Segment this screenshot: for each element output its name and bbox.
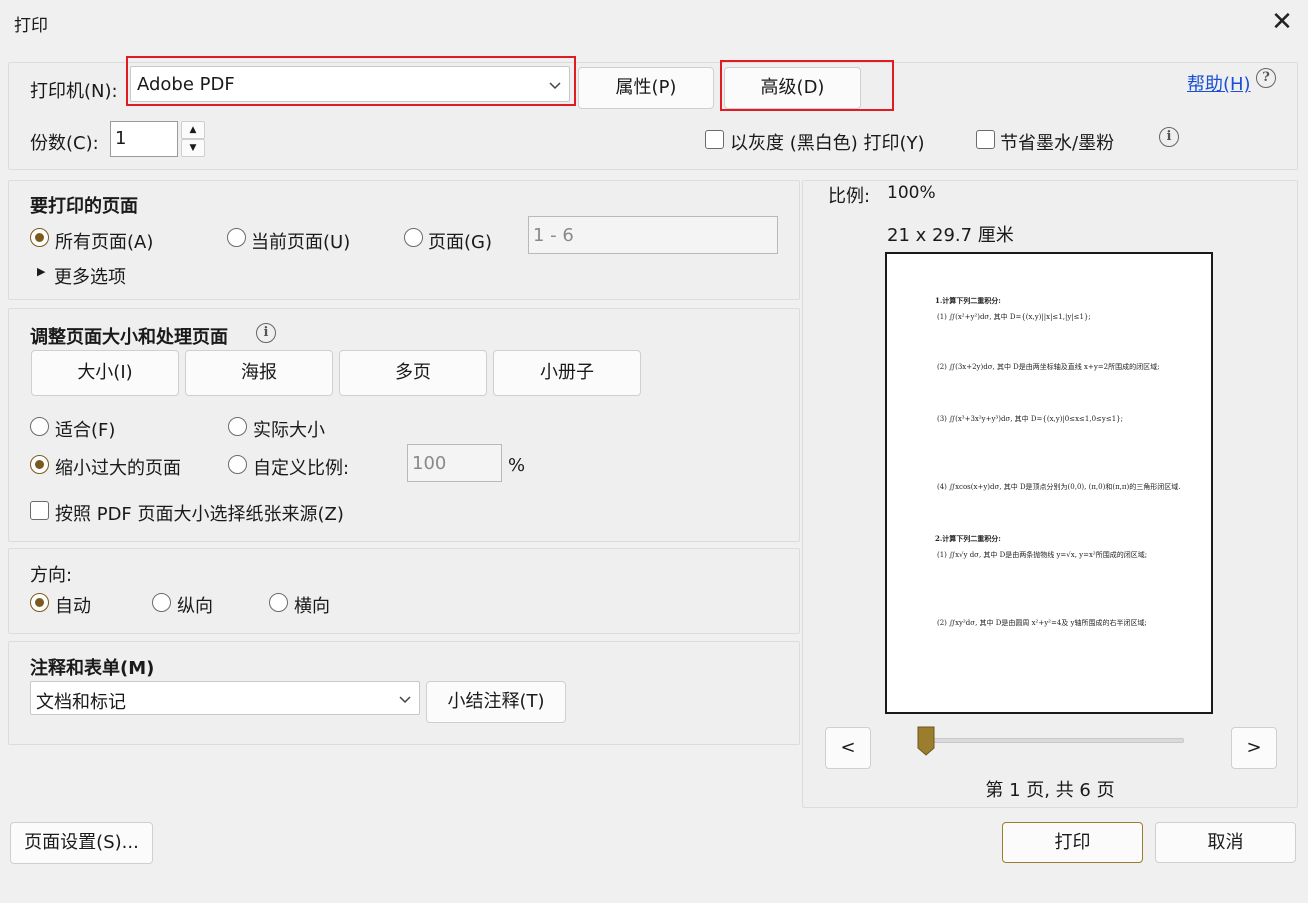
booklet-tab-button[interactable]: 小册子 [493, 350, 641, 396]
chevron-down-icon [549, 82, 561, 90]
sizing-heading: 调整页面大小和处理页面 [30, 327, 228, 348]
preview-line: (2) ∬(3x+2y)dσ, 其中 D是由两坐标轴及直线 x+y=2所围成的闭… [937, 363, 1160, 371]
help-link[interactable]: 帮助(H) [1187, 70, 1251, 96]
next-page-button[interactable]: > [1231, 727, 1277, 769]
percent-label: % [508, 455, 526, 476]
properties-button[interactable]: 属性(P) [578, 67, 714, 109]
printer-select-value: Adobe PDF [137, 74, 235, 95]
orientation-auto-label: 自动 [55, 596, 91, 617]
page-setup-label: 页面设置(S)... [24, 832, 139, 853]
properties-button-label: 属性(P) [615, 77, 677, 98]
all-pages-label: 所有页面(A) [55, 232, 154, 253]
scale-value: 100% [887, 183, 936, 203]
comments-select[interactable]: 文档和标记 [30, 681, 420, 715]
grayscale-checkbox[interactable] [705, 130, 724, 149]
expand-triangle-icon[interactable]: ▶ [37, 265, 45, 278]
custom-scale-value: 100 [412, 453, 447, 474]
multiple-tab-button[interactable]: 多页 [339, 350, 487, 396]
save-ink-label: 节省墨水/墨粉 [1000, 133, 1115, 154]
pages-range-label: 页面(G) [428, 232, 492, 253]
close-icon[interactable]: ✕ [1268, 8, 1296, 36]
advanced-button[interactable]: 高级(D) [724, 67, 861, 109]
actual-size-radio[interactable] [228, 417, 247, 436]
paper-source-label: 按照 PDF 页面大小选择纸张来源(Z) [55, 504, 344, 525]
help-question-icon[interactable]: ? [1256, 68, 1276, 88]
actual-size-label: 实际大小 [253, 420, 325, 441]
all-pages-radio[interactable] [30, 228, 49, 247]
page-slider-thumb[interactable] [917, 726, 935, 756]
printer-label: 打印机(N): [30, 81, 118, 102]
pages-range-input[interactable]: 1 - 6 [528, 216, 778, 254]
preview-line: (1) ∬(x²+y²)dσ, 其中 D={(x,y)||x|≤1,|y|≤1}… [937, 313, 1091, 321]
pages-range-radio[interactable] [404, 228, 423, 247]
chevron-down-icon [399, 696, 411, 704]
prev-page-button[interactable]: < [825, 727, 871, 769]
orientation-portrait-label: 纵向 [177, 596, 213, 617]
page-slider-track[interactable] [920, 738, 1184, 743]
page-info: 第 1 页, 共 6 页 [802, 776, 1298, 802]
custom-scale-label: 自定义比例: [253, 458, 350, 479]
orientation-panel [8, 548, 800, 634]
window-title: 打印 [14, 16, 48, 36]
copies-value: 1 [115, 128, 127, 149]
grayscale-label: 以灰度 (黑白色) 打印(Y) [730, 133, 925, 154]
multiple-tab-label: 多页 [395, 362, 431, 383]
copies-input[interactable]: 1 [110, 121, 178, 157]
shrink-label: 缩小过大的页面 [55, 458, 181, 479]
copies-label: 份数(C): [30, 133, 99, 154]
preview-line: 2.计算下列二重积分: [935, 534, 1001, 543]
cancel-button-label: 取消 [1207, 832, 1244, 853]
preview-line: (2) ∬xy²dσ, 其中 D是由圆周 x²+y²=4及 y轴所围成的右半闭区… [937, 619, 1147, 627]
copies-down-button[interactable]: ▼ [181, 139, 205, 157]
page-setup-button[interactable]: 页面设置(S)... [10, 822, 153, 864]
custom-scale-radio[interactable] [228, 455, 247, 474]
page-dimensions: 21 x 29.7 厘米 [887, 225, 1014, 246]
more-options-toggle[interactable]: 更多选项 [54, 263, 126, 289]
orientation-heading: 方向: [30, 565, 73, 586]
custom-scale-input[interactable]: 100 [407, 444, 502, 482]
summarize-comments-label: 小结注释(T) [447, 691, 545, 712]
comments-select-value: 文档和标记 [36, 692, 126, 713]
advanced-button-label: 高级(D) [760, 77, 825, 98]
scale-label: 比例: [828, 186, 871, 207]
title-bar: 打印 ✕ [0, 0, 1308, 44]
save-ink-info-icon[interactable]: i [1159, 127, 1179, 147]
current-page-label: 当前页面(U) [251, 232, 351, 253]
orientation-auto-radio[interactable] [30, 593, 49, 612]
fit-radio[interactable] [30, 417, 49, 436]
prev-page-label: < [840, 737, 856, 758]
orientation-landscape-radio[interactable] [269, 593, 288, 612]
poster-tab-button[interactable]: 海报 [185, 350, 333, 396]
size-tab-label: 大小(I) [77, 362, 133, 383]
preview-line: 1.计算下列二重积分: [935, 296, 1001, 305]
paper-source-checkbox[interactable] [30, 501, 49, 520]
size-tab-button[interactable]: 大小(I) [31, 350, 179, 396]
preview-line: (3) ∬(x³+3x²y+y³)dσ, 其中 D={(x,y)|0≤x≤1,0… [937, 415, 1123, 423]
current-page-radio[interactable] [227, 228, 246, 247]
preview-line: (1) ∬x√y dσ, 其中 D是由两条抛物线 y=√x, y=x²所围成的闭… [937, 551, 1148, 559]
printer-select[interactable]: Adobe PDF [130, 66, 570, 102]
poster-tab-label: 海报 [241, 362, 277, 383]
orientation-landscape-label: 横向 [294, 596, 330, 617]
fit-label: 适合(F) [55, 420, 116, 441]
pages-heading: 要打印的页面 [30, 196, 138, 217]
print-button[interactable]: 打印 [1002, 822, 1143, 863]
summarize-comments-button[interactable]: 小结注释(T) [426, 681, 566, 723]
page-info-text: 第 1 页, 共 6 页 [985, 780, 1115, 801]
print-button-label: 打印 [1054, 832, 1091, 853]
preview-line: (4) ∬xcos(x+y)dσ, 其中 D是顶点分别为(0,0), (π,0)… [937, 483, 1181, 491]
next-page-label: > [1246, 737, 1262, 758]
orientation-portrait-radio[interactable] [152, 593, 171, 612]
cancel-button[interactable]: 取消 [1155, 822, 1296, 863]
preview-page: 1.计算下列二重积分: (1) ∬(x²+y²)dσ, 其中 D={(x,y)|… [885, 252, 1213, 714]
pages-range-placeholder: 1 - 6 [533, 225, 574, 246]
shrink-radio[interactable] [30, 455, 49, 474]
sizing-info-icon[interactable]: i [256, 323, 276, 343]
copies-up-button[interactable]: ▲ [181, 121, 205, 139]
booklet-tab-label: 小册子 [540, 362, 594, 383]
comments-heading: 注释和表单(M) [30, 658, 155, 679]
save-ink-checkbox[interactable] [976, 130, 995, 149]
